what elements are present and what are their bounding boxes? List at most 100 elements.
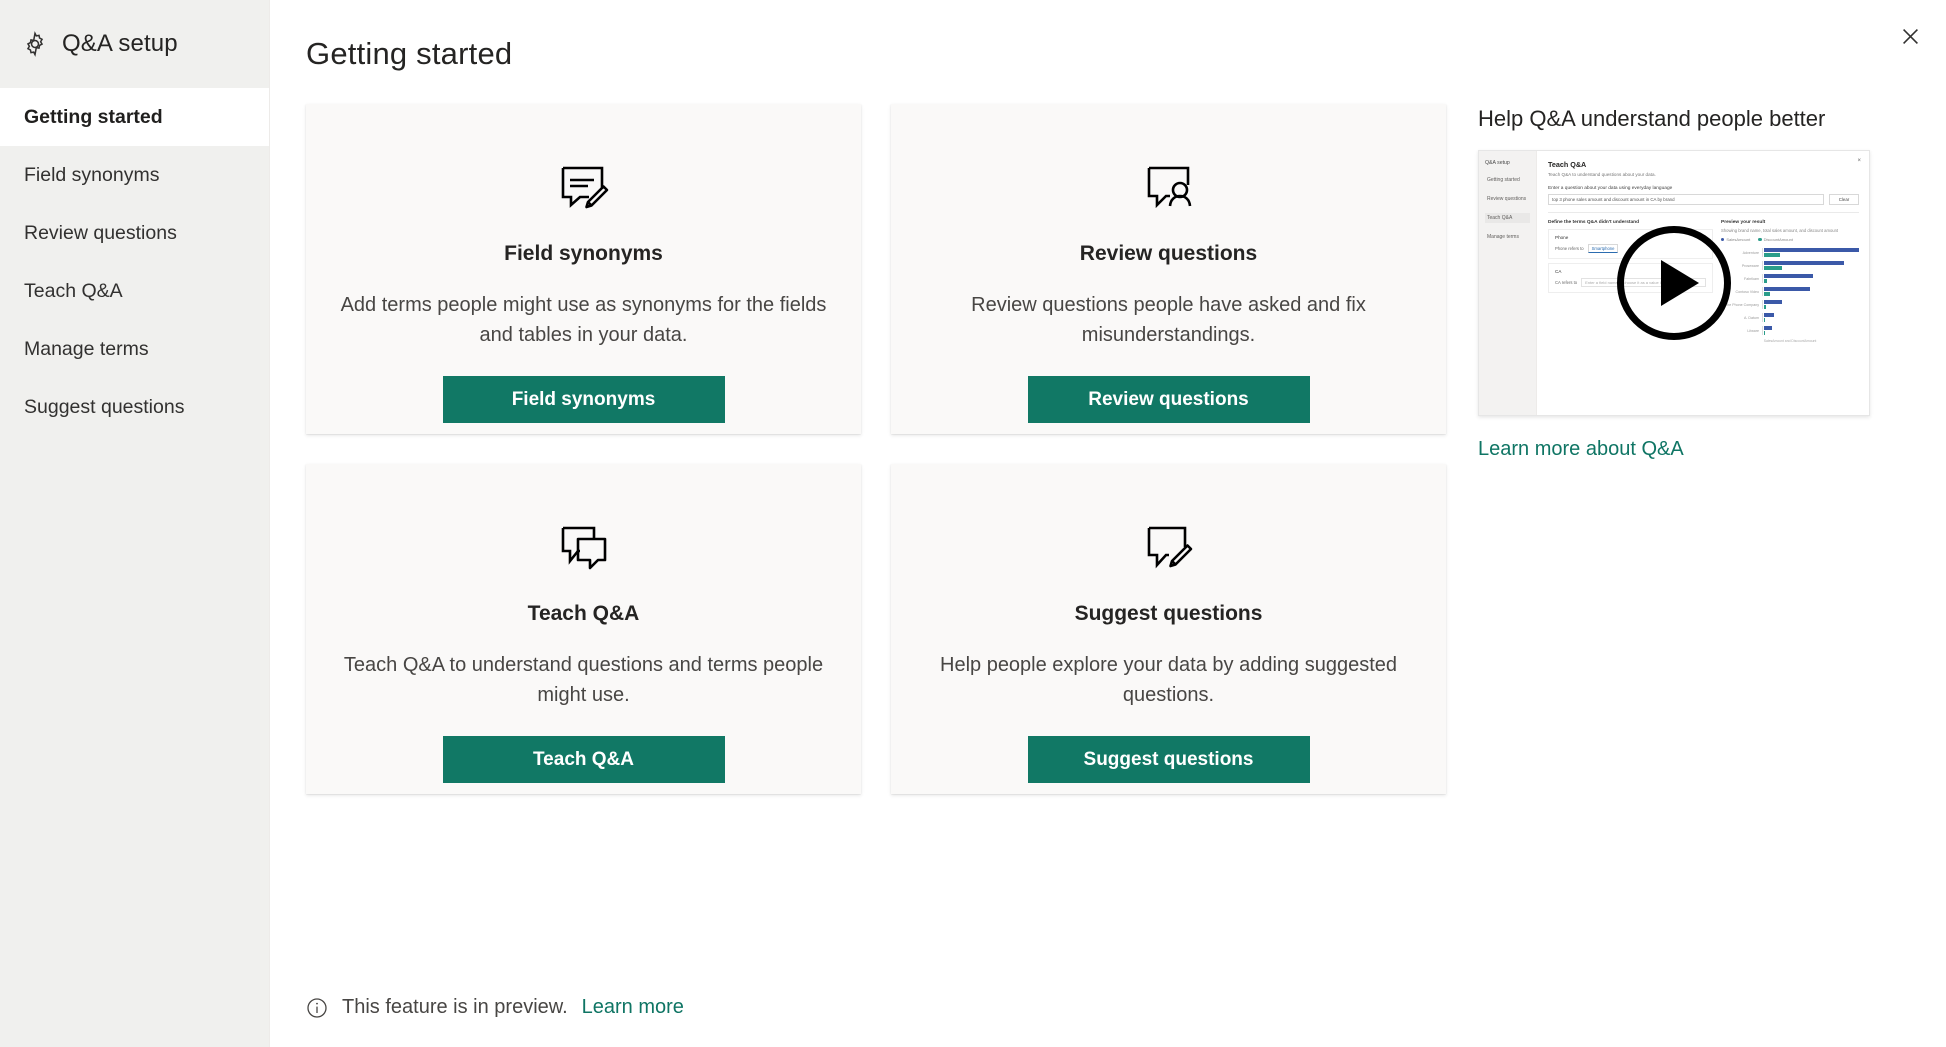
- thumbnail-close-icon: ×: [1857, 158, 1861, 164]
- sidebar-item-label: Suggest questions: [24, 395, 185, 418]
- chart-bar: [1764, 247, 1859, 252]
- chart-category-label: A. Datum: [1744, 315, 1759, 320]
- help-rail: Help Q&A understand people better Q&A se…: [1478, 104, 1898, 1047]
- learn-more-about-qna-link[interactable]: Learn more about Q&A: [1478, 438, 1684, 461]
- thumbnail-nav-item: Manage terms: [1487, 234, 1519, 240]
- chart-bar-group: [1762, 312, 1859, 323]
- chart-category-label: Adventure: [1742, 250, 1759, 255]
- qna-setup-dialog: Q&A setup Getting started Field synonyms…: [0, 0, 1946, 1047]
- gear-icon: [22, 31, 48, 57]
- chart-row: Fabrikam: [1721, 272, 1859, 285]
- help-title: Help Q&A understand people better: [1478, 106, 1826, 131]
- chart-bar: [1764, 305, 1766, 310]
- thumbnail-nav-item: Review questions: [1487, 196, 1527, 202]
- close-button[interactable]: [1888, 14, 1932, 58]
- thumbnail-nav-item: Getting started: [1487, 177, 1520, 183]
- review-questions-icon: [1143, 148, 1195, 226]
- thumbnail-subheading: Teach Q&A to understand questions about …: [1548, 172, 1656, 177]
- chart-row: A. Datum: [1721, 311, 1859, 324]
- sidebar-item-label: Teach Q&A: [24, 279, 123, 302]
- teach-qna-button[interactable]: Teach Q&A: [442, 736, 725, 783]
- main-panel: Getting started Field synonyms Add terms…: [270, 0, 1946, 1047]
- card-description: Add terms people might use as synonyms f…: [340, 294, 827, 346]
- chart-bar-group: [1762, 247, 1859, 258]
- sidebar-item-teach-qna[interactable]: Teach Q&A: [0, 262, 269, 320]
- teach-qna-icon: [558, 508, 610, 586]
- thumbnail-nav-item-selected: Teach Q&A: [1485, 213, 1530, 223]
- thumbnail-term-label: CA refers to: [1555, 280, 1578, 285]
- chart-bar: [1764, 312, 1775, 317]
- card-description: Review questions people have asked and f…: [971, 294, 1366, 346]
- card-title: Review questions: [1079, 242, 1258, 265]
- chart-bar: [1764, 286, 1810, 291]
- page-title: Getting started: [306, 36, 513, 71]
- chart-bar-group: [1762, 260, 1859, 271]
- thumbnail-clear-button: Clear: [1829, 194, 1859, 205]
- sidebar-item-suggest-questions[interactable]: Suggest questions: [0, 378, 269, 436]
- chart-bar: [1764, 279, 1767, 284]
- chart-row: Proseware: [1721, 259, 1859, 272]
- preview-learn-more-link[interactable]: Learn more: [582, 996, 684, 1019]
- field-synonyms-button[interactable]: Field synonyms: [442, 376, 725, 423]
- chart-row: Litware: [1721, 324, 1859, 337]
- field-synonyms-icon: [558, 148, 610, 226]
- thumbnail-divider: [1548, 212, 1859, 213]
- sidebar: Q&A setup Getting started Field synonyms…: [0, 0, 270, 1047]
- card-title: Suggest questions: [1074, 602, 1263, 625]
- card-description: Teach Q&A to understand questions and te…: [343, 654, 824, 706]
- review-questions-button[interactable]: Review questions: [1027, 376, 1310, 423]
- thumbnail-sidebar: Q&A setup Getting started Review questio…: [1479, 151, 1537, 415]
- sidebar-item-getting-started[interactable]: Getting started: [0, 88, 269, 146]
- chart-bar: [1764, 318, 1766, 323]
- sidebar-item-manage-terms[interactable]: Manage terms: [0, 320, 269, 378]
- chart-bar-group: [1762, 325, 1859, 336]
- chart-bar-group: [1762, 286, 1859, 297]
- legend-item-sales: SalesAmount: [1721, 237, 1750, 242]
- card-teach-qna: Teach Q&A Teach Q&A to understand questi…: [306, 464, 861, 794]
- chart-bar: [1764, 331, 1766, 336]
- chart-row: The Phone Company: [1721, 298, 1859, 311]
- card-description: Help people explore your data by adding …: [940, 654, 1397, 706]
- content-area: Field synonyms Add terms people might us…: [306, 104, 1946, 1047]
- suggest-questions-button[interactable]: Suggest questions: [1027, 736, 1310, 783]
- thumbnail-term-value: Smartphone: [1587, 244, 1619, 253]
- play-icon[interactable]: [1617, 226, 1731, 340]
- chart-bar: [1764, 299, 1783, 304]
- chart-category-label: Litware: [1747, 328, 1759, 333]
- sidebar-item-field-synonyms[interactable]: Field synonyms: [0, 146, 269, 204]
- chart-bar: [1764, 325, 1772, 330]
- card-review-questions: Review questions Review questions people…: [891, 104, 1446, 434]
- sidebar-item-label: Review questions: [24, 221, 177, 244]
- sidebar-nav: Getting started Field synonyms Review qu…: [0, 88, 269, 436]
- thumbnail-result-title: Preview your result: [1721, 220, 1766, 225]
- thumbnail-bar-chart: Adventure Proseware Fabrikam Contoso Video T…: [1721, 246, 1859, 337]
- thumbnail-chart-legend: SalesAmount DiscountAmount: [1721, 237, 1859, 242]
- thumbnail-prompt-label: Enter a question about your data using e…: [1548, 186, 1673, 191]
- sidebar-item-label: Getting started: [24, 105, 163, 128]
- card-field-synonyms: Field synonyms Add terms people might us…: [306, 104, 861, 434]
- close-icon: [1902, 28, 1919, 45]
- help-video-thumbnail[interactable]: Q&A setup Getting started Review questio…: [1478, 150, 1870, 416]
- preview-notice-text: This feature is in preview.: [342, 996, 568, 1018]
- card-title: Field synonyms: [504, 242, 663, 265]
- thumbnail-brand: Q&A setup: [1485, 160, 1510, 166]
- info-icon: [306, 997, 328, 1019]
- chart-bar: [1764, 292, 1770, 297]
- thumbnail-result-subtitle: Showing brand name, total sales amount, …: [1721, 228, 1839, 233]
- preview-notice: This feature is in preview. Learn more: [306, 996, 684, 1019]
- chart-bar: [1764, 260, 1844, 265]
- thumbnail-query-input: top 3 phone sales amount and discount am…: [1548, 194, 1824, 205]
- thumbnail-result-column: Preview your result Showing brand name, …: [1721, 220, 1859, 343]
- chart-row: Adventure: [1721, 246, 1859, 259]
- thumbnail-term-label: Phone refers to: [1555, 246, 1584, 251]
- sidebar-item-review-questions[interactable]: Review questions: [0, 204, 269, 262]
- legend-item-discount: DiscountAmount: [1758, 237, 1793, 242]
- chart-bar: [1764, 253, 1781, 258]
- thumbnail-heading: Teach Q&A: [1548, 160, 1587, 169]
- chart-bar-group: [1762, 299, 1859, 310]
- sidebar-brand-label: Q&A setup: [62, 30, 178, 57]
- chart-row: Contoso Video: [1721, 285, 1859, 298]
- chart-bar: [1764, 273, 1814, 278]
- sidebar-item-label: Manage terms: [24, 337, 149, 360]
- sidebar-item-label: Field synonyms: [24, 163, 160, 186]
